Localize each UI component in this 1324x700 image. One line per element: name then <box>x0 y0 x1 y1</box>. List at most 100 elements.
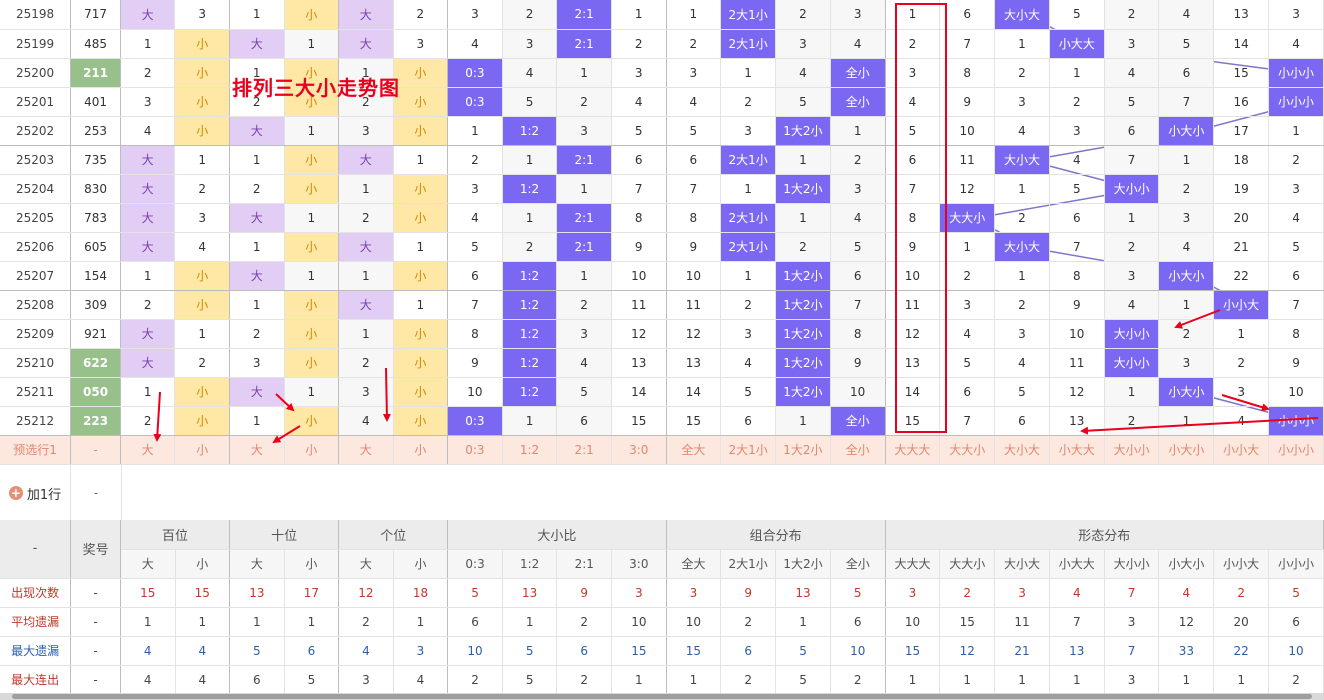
cell-d1x2: 3 <box>775 29 831 59</box>
cell-f3: 1 <box>994 29 1050 59</box>
stats-value: 4 <box>393 665 449 695</box>
preselect-option[interactable]: 大 <box>120 435 176 465</box>
cell-bw: 4 <box>120 116 176 146</box>
stats-value: 6 <box>284 636 340 666</box>
cell-f5: 2 <box>1104 232 1160 262</box>
preselect-option[interactable]: 小小小 <box>1268 435 1324 465</box>
cell-bx: 3 <box>174 203 230 233</box>
preselect-option[interactable]: 小小大 <box>1213 435 1270 465</box>
cell-bx: 小 <box>174 290 230 320</box>
cell-gd: 大 <box>338 290 394 320</box>
preselect-option[interactable]: 小 <box>284 435 340 465</box>
stats-value: 10 <box>830 636 886 666</box>
cell-f8: 3 <box>1268 174 1324 204</box>
stats-value: 15 <box>611 636 667 666</box>
preselect-option[interactable]: 2大1小 <box>720 435 777 465</box>
cell-bw: 大 <box>120 232 176 262</box>
preselect-option[interactable]: 0:3 <box>447 435 503 465</box>
cell-f7: 20 <box>1213 203 1270 233</box>
preselect-option[interactable]: 全大 <box>666 435 722 465</box>
cell-bw: 1 <box>120 29 176 59</box>
stats-value: 1 <box>611 665 667 695</box>
cell-f7: 3 <box>1213 377 1270 407</box>
stats-value: 3 <box>393 636 449 666</box>
preselect-row: 预选行1- 大小大小大小 0:3 1:2 2:1 3:0 全大 2大1小 1大2小 全小 大大大 大大… <box>0 435 1324 465</box>
cell-sx: 小 <box>284 319 340 349</box>
stats-value: 5 <box>1268 578 1324 608</box>
trend-row: 25210 622 大 2 3 小 2 小 9 1:2 4 13 13 4 1大2小 9 13 5 4 11 大小小 3 2… <box>0 348 1324 378</box>
stats-value: 5 <box>775 636 831 666</box>
cell-f5: 2 <box>1104 406 1160 436</box>
cell-f2: 9 <box>939 87 996 117</box>
cell-gd: 大 <box>338 232 394 262</box>
preselect-option[interactable]: 2:1 <box>556 435 612 465</box>
stats-value: 4 <box>1158 578 1215 608</box>
cell-bw: 大 <box>120 174 176 204</box>
cell-bx: 小 <box>174 29 230 59</box>
cell-r03: 0:3 <box>447 406 503 436</box>
cell-f8: 9 <box>1268 348 1324 378</box>
stats-value: 6 <box>229 665 285 695</box>
cell-d1x2: 5 <box>775 87 831 117</box>
preselect-option[interactable]: 小大大 <box>1049 435 1105 465</box>
cell-f1: 14 <box>885 377 941 407</box>
cell-f3: 3 <box>994 319 1050 349</box>
cell-f2: 5 <box>939 348 996 378</box>
cell-bw: 2 <box>120 290 176 320</box>
stats-value: 3 <box>994 578 1050 608</box>
issue-number: 25203 <box>0 145 72 175</box>
preselect-option[interactable]: 1大2小 <box>775 435 831 465</box>
cell-sx: 1 <box>284 116 340 146</box>
preselect-option[interactable]: 大大大 <box>885 435 941 465</box>
preselect-option[interactable]: 全小 <box>830 435 886 465</box>
cell-f6: 2 <box>1158 174 1215 204</box>
cell-bw: 2 <box>120 58 176 88</box>
cell-f2: 3 <box>939 290 996 320</box>
header-sub: 小 <box>393 549 449 579</box>
preselect-option[interactable]: 小 <box>393 435 449 465</box>
cell-f2: 2 <box>939 261 996 291</box>
cell-sd: 1 <box>229 0 285 30</box>
stats-value: 1 <box>502 607 558 637</box>
cell-gd: 大 <box>338 0 394 30</box>
preselect-option[interactable]: 大小大 <box>994 435 1050 465</box>
header-sub: 1:2 <box>502 549 558 579</box>
cell-f1: 3 <box>885 58 941 88</box>
preselect-option[interactable]: 1:2 <box>502 435 558 465</box>
preselect-option[interactable]: 小 <box>174 435 230 465</box>
cell-f5: 4 <box>1104 58 1160 88</box>
cell-f6: 7 <box>1158 87 1215 117</box>
preselect-option[interactable]: 3:0 <box>611 435 667 465</box>
cell-f7: 21 <box>1213 232 1270 262</box>
cell-gd: 3 <box>338 116 394 146</box>
cell-f6: 5 <box>1158 29 1215 59</box>
cell-r03: 4 <box>447 203 503 233</box>
preselect-option[interactable]: 大小小 <box>1104 435 1160 465</box>
cell-d2x1: 1 <box>720 174 777 204</box>
add-row-button[interactable]: + 加1行 <box>0 465 71 521</box>
cell-r21: 4 <box>556 348 612 378</box>
header-corner: - <box>0 520 72 579</box>
cell-qd: 7 <box>666 174 722 204</box>
stats-value: 15 <box>666 636 722 666</box>
preselect-option[interactable]: 大大小 <box>939 435 996 465</box>
cell-f5: 大小小 <box>1104 348 1160 378</box>
preselect-option[interactable]: 小大小 <box>1158 435 1215 465</box>
cell-gx: 1 <box>393 145 449 175</box>
preselect-option[interactable]: 大 <box>229 435 285 465</box>
cell-f4: 9 <box>1049 290 1105 320</box>
scrollbar-thumb[interactable] <box>12 694 1312 699</box>
preselect-option[interactable]: 大 <box>338 435 394 465</box>
horizontal-scrollbar[interactable] <box>0 693 1324 700</box>
cell-f3: 大小大 <box>994 145 1050 175</box>
stats-value: 1 <box>1158 665 1215 695</box>
cell-r21: 5 <box>556 377 612 407</box>
trend-row: 25204 830 大 2 2 小 1 小 3 1:2 1 7 7 1 1大2小 3 7 12 1 5 大小小 2 19 3 <box>0 174 1324 204</box>
cell-qx: 4 <box>830 203 886 233</box>
issue-number: 25199 <box>0 29 72 59</box>
cell-f5: 3 <box>1104 261 1160 291</box>
cell-d1x2: 1 <box>775 203 831 233</box>
header-sub: 小小小 <box>1268 549 1324 579</box>
cell-gx: 小 <box>393 58 449 88</box>
cell-sx: 小 <box>284 406 340 436</box>
